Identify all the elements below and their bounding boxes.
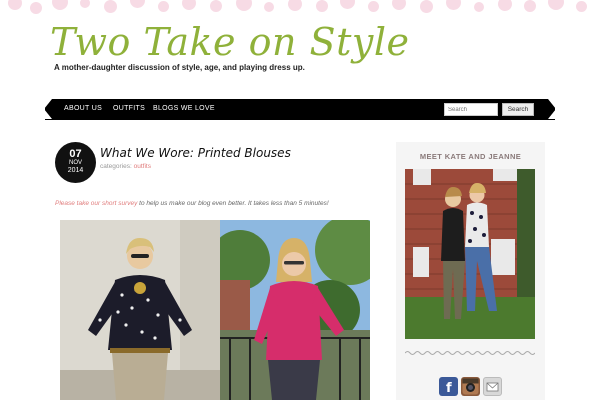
post-photo-jeanne [220, 220, 370, 400]
sidebar-photo-kate-and-jeanne [405, 169, 535, 339]
nav-item-blogs-we-love[interactable]: BLOGS WE LOVE [153, 105, 215, 112]
search-button[interactable]: Search [502, 103, 534, 116]
survey-link[interactable]: Please take our short survey [55, 200, 137, 207]
post-intro-text: to help us make our blog even better. It… [137, 200, 329, 207]
nav-item-outfits[interactable]: OUTFITS [113, 105, 145, 112]
nav-item-about-us[interactable]: ABOUT US [64, 105, 102, 112]
facebook-icon[interactable]: f [439, 377, 458, 396]
post-date-month: NOV [68, 160, 82, 166]
post-date-year: 2014 [67, 167, 84, 174]
site-tagline: A mother-daughter discussion of style, a… [54, 63, 305, 72]
post-intro: Please take our short survey to help us … [55, 200, 329, 207]
email-icon[interactable] [483, 377, 502, 396]
post-categories-label: categories: [100, 163, 132, 170]
post-date-day: 07 [69, 148, 82, 160]
sidebar-title: MEET KATE AND JEANNE [419, 152, 522, 161]
post-photo-kate [60, 220, 220, 400]
search-input[interactable] [444, 103, 498, 116]
post-title[interactable]: What We Wore: Printed Blouses [100, 146, 291, 160]
sidebar-divider [405, 351, 535, 355]
svg-text:f: f [446, 381, 452, 396]
site-title[interactable]: Two Take on Style [50, 20, 409, 64]
polka-dot-banner [0, 0, 600, 18]
post-categories: categories: outfits [100, 163, 151, 170]
category-link-outfits[interactable]: outfits [134, 163, 151, 170]
instagram-icon[interactable] [461, 377, 480, 396]
post-date-badge: 07 NOV 2014 [55, 142, 96, 183]
